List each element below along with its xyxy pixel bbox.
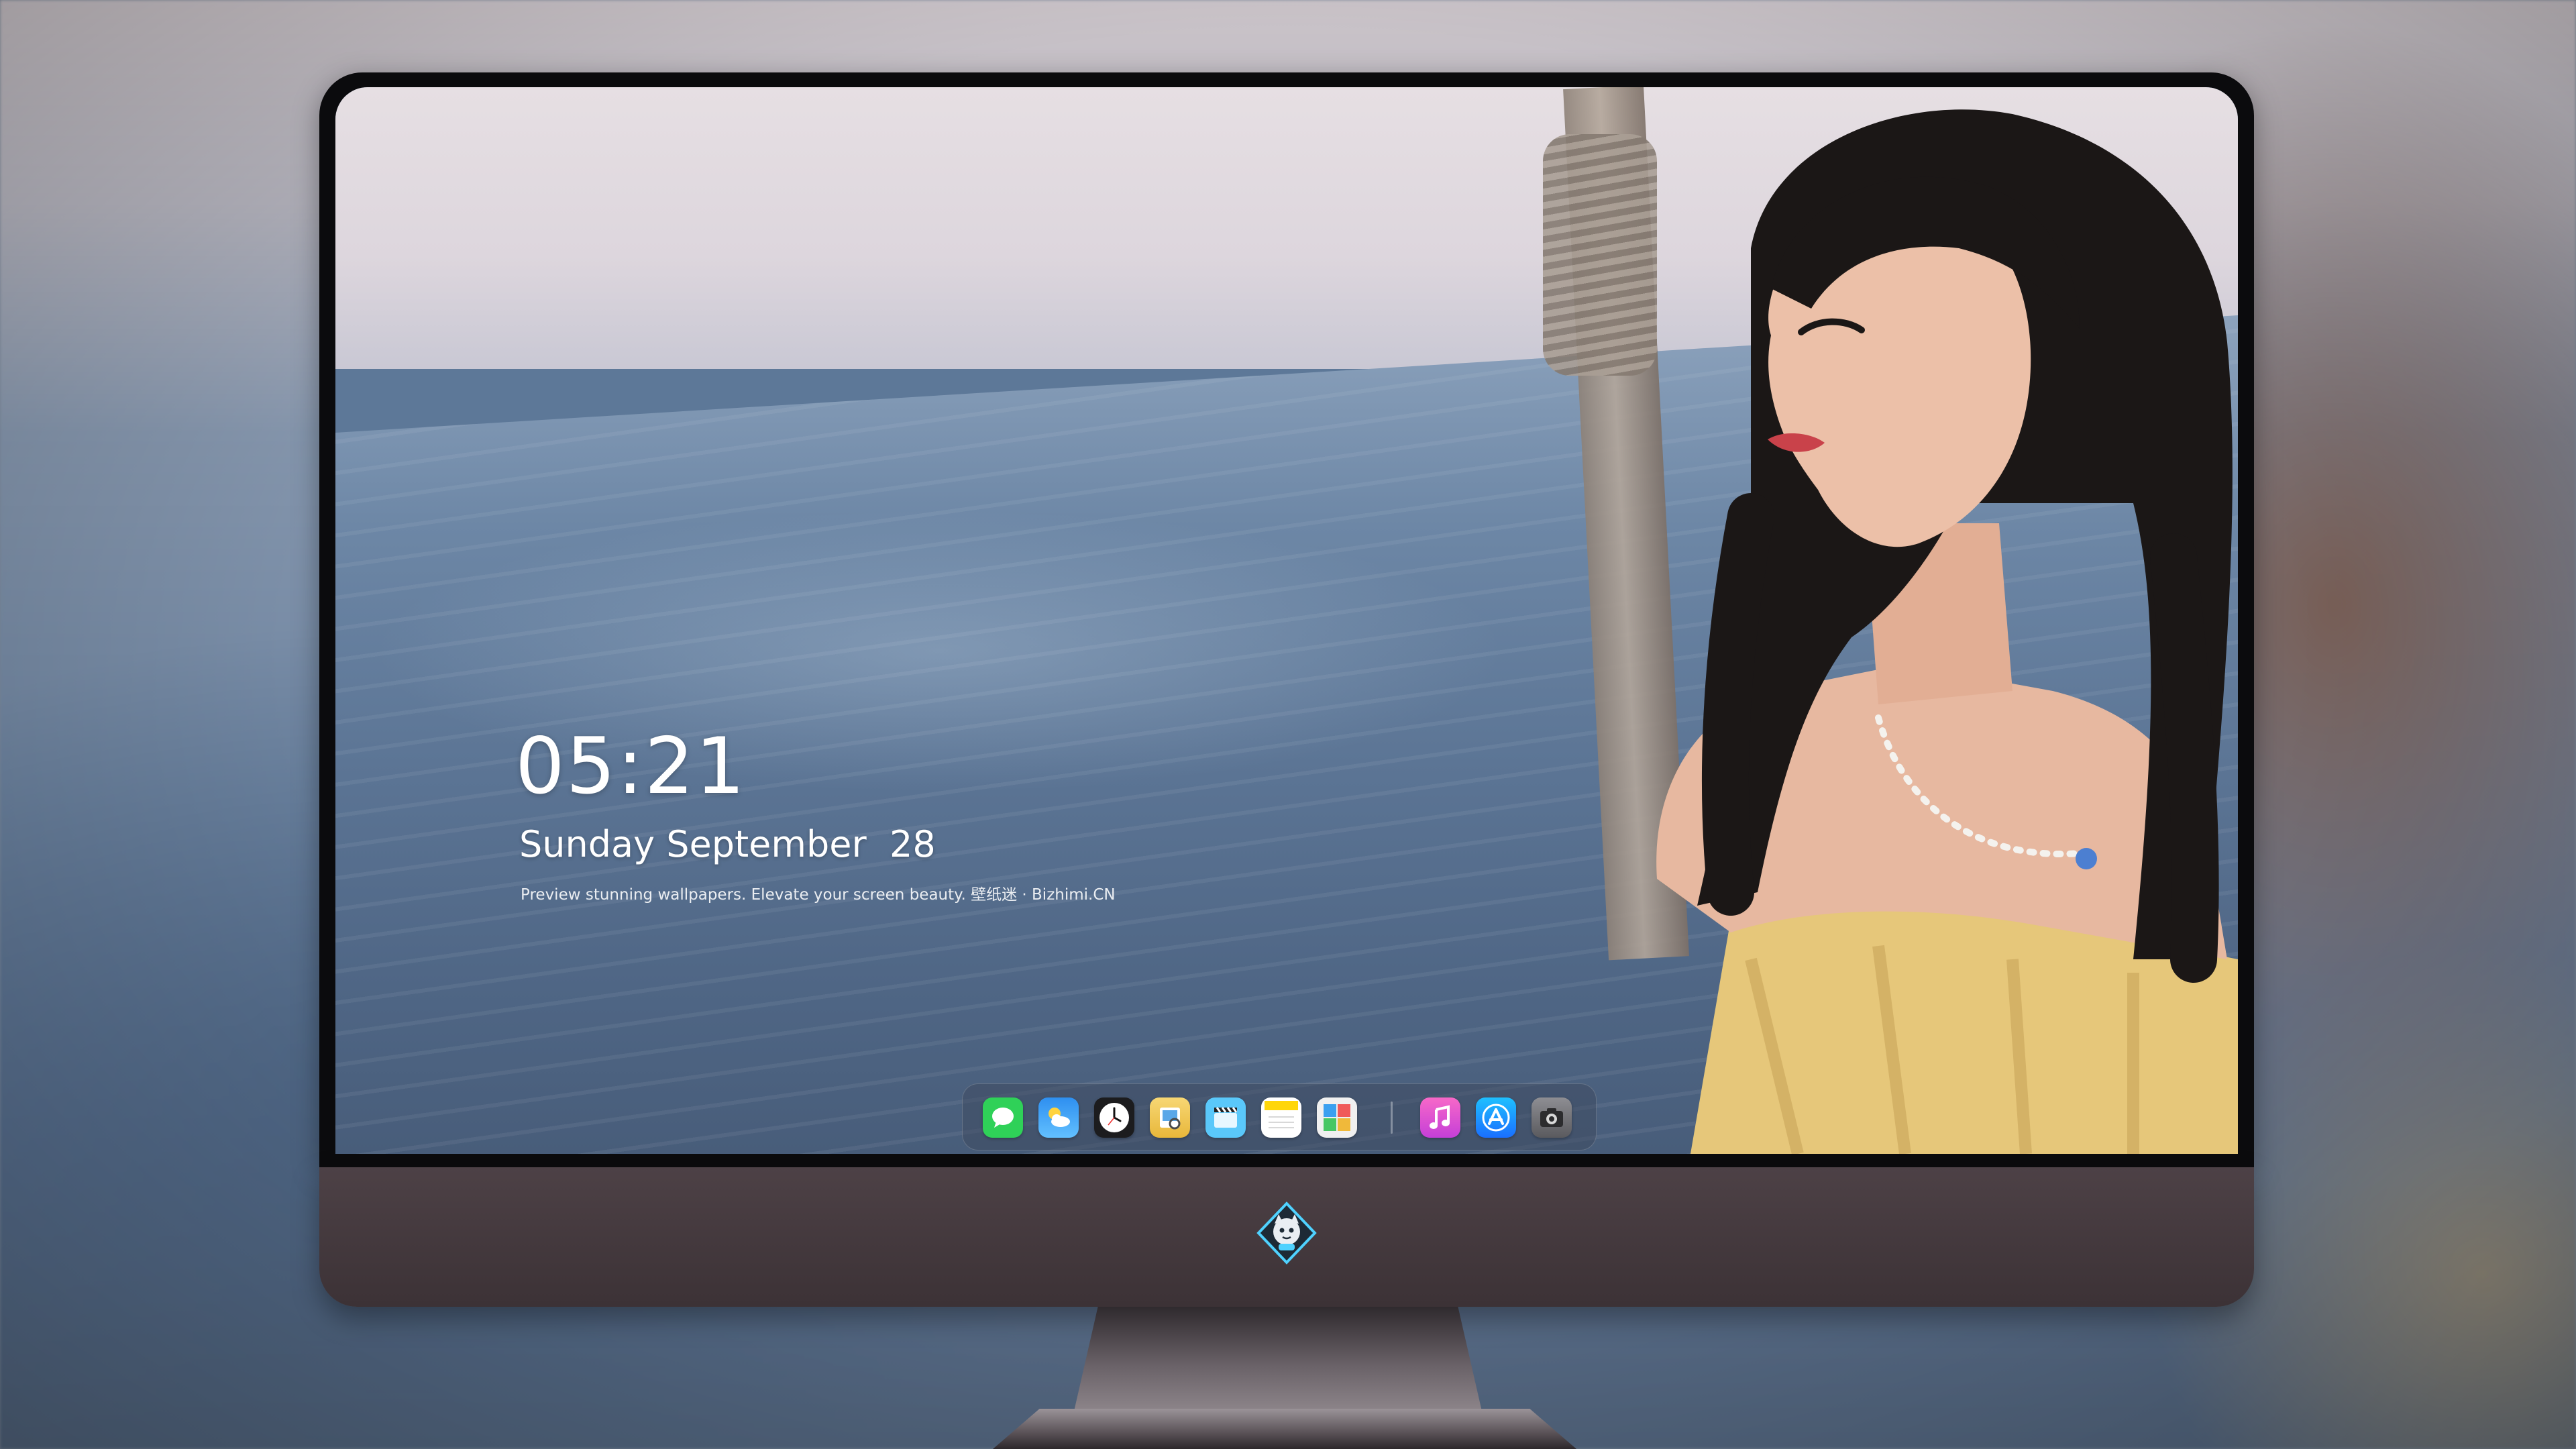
- clips-icon: [1214, 1107, 1238, 1128]
- dock-app-weather[interactable]: [1038, 1097, 1079, 1138]
- dock-app-app-store[interactable]: [1476, 1097, 1516, 1138]
- monitor: 05:21 Sunday September 28 Preview stunni…: [319, 72, 2254, 1307]
- dock-app-messages[interactable]: [983, 1097, 1023, 1138]
- camera-icon: [1540, 1108, 1563, 1127]
- lockscreen-time: 05:21: [515, 721, 747, 812]
- dock-app-clips[interactable]: [1205, 1097, 1246, 1138]
- dock-app-music[interactable]: [1420, 1097, 1460, 1138]
- dock-app-clock[interactable]: [1094, 1097, 1134, 1138]
- dock-app-photo-booth[interactable]: [1317, 1097, 1357, 1138]
- monitor-stand-neck: [1073, 1307, 1483, 1414]
- dock-divider: [1391, 1102, 1393, 1134]
- music-icon: [1430, 1105, 1450, 1129]
- photo-booth-icon: [1324, 1104, 1350, 1131]
- lockscreen-tagline: Preview stunning wallpapers. Elevate you…: [521, 886, 1116, 904]
- screen: 05:21 Sunday September 28 Preview stunni…: [335, 87, 2238, 1154]
- notes-icon: [1265, 1101, 1298, 1128]
- monitor-stand-base: [993, 1409, 1576, 1449]
- messages-icon: [992, 1108, 1014, 1128]
- wallpaper-portrait: [1656, 109, 2238, 1154]
- brand-logo-icon: [1256, 1201, 1317, 1265]
- dock-app-notes[interactable]: [1261, 1097, 1301, 1138]
- dock-app-camera[interactable]: [1532, 1097, 1572, 1138]
- preview-icon: [1160, 1108, 1181, 1130]
- lockscreen-date: Sunday September 28: [519, 823, 936, 865]
- monitor-bezel: 05:21 Sunday September 28 Preview stunni…: [319, 72, 2254, 1167]
- dock-app-preview[interactable]: [1150, 1097, 1190, 1138]
- dock: [962, 1083, 1597, 1150]
- weather-icon: [1049, 1108, 1070, 1127]
- app-store-icon: [1482, 1104, 1510, 1132]
- monitor-chin: [319, 1167, 2254, 1307]
- clock-icon: [1099, 1103, 1129, 1132]
